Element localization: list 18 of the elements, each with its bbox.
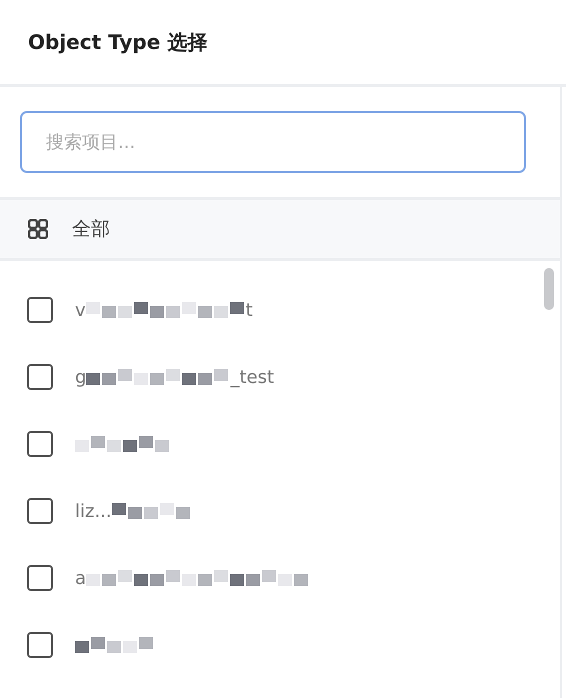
item-label: t [246, 300, 253, 320]
grid-icon [28, 219, 48, 239]
scrollbar-thumb[interactable] [544, 268, 554, 310]
checkbox[interactable] [27, 431, 53, 457]
item-label: g [75, 366, 86, 388]
checkbox[interactable] [27, 364, 53, 390]
item-label: v [75, 300, 86, 320]
checkbox[interactable] [27, 565, 53, 591]
all-option[interactable]: 全部 [0, 200, 560, 261]
item-label: a [75, 568, 86, 588]
checkbox[interactable] [27, 498, 53, 524]
panel-title: Object Type 选择 [28, 28, 208, 56]
checkbox[interactable] [27, 297, 53, 323]
item-label: _test [230, 366, 274, 388]
search-field[interactable]: 搜索项目... [20, 111, 526, 173]
all-label: 全部 [72, 217, 110, 242]
item-label: liz... [75, 500, 112, 522]
checkbox[interactable] [27, 632, 53, 658]
